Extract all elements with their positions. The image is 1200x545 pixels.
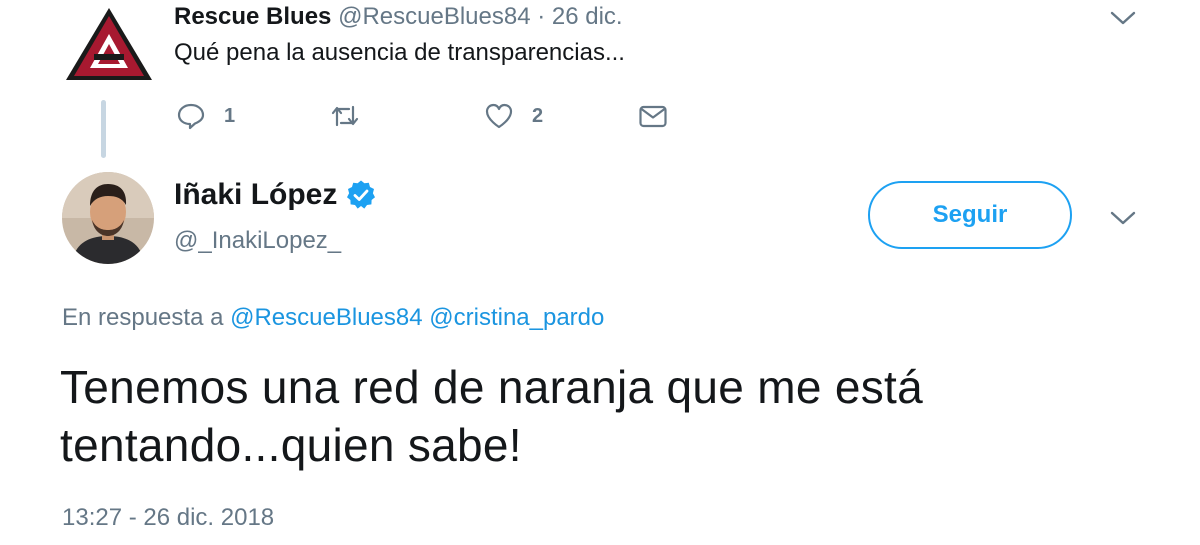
reply-count: 1 (224, 104, 236, 127)
retweet-button[interactable] (330, 96, 378, 136)
parent-tweet-text: Qué pena la ausencia de transparencias..… (174, 39, 625, 66)
avatar[interactable] (62, 172, 154, 264)
parent-tweet-header: Rescue Blues @RescueBlues84 · 26 dic. (174, 2, 623, 32)
follow-button[interactable]: Seguir (868, 181, 1072, 249)
parent-display-name[interactable]: Rescue Blues (174, 3, 331, 30)
tweet-text-line: tentando...quien sabe! (60, 419, 522, 471)
reply-prefix: En respuesta a (62, 304, 231, 331)
user-handle[interactable]: @_InakiLopez_ (174, 226, 341, 256)
tweet-text: Tenemos una red de naranja que me está t… (60, 358, 1140, 474)
parent-tweet-time[interactable]: 26 dic. (552, 3, 623, 30)
heart-icon (485, 103, 513, 129)
header-separator: · (530, 3, 552, 30)
like-count: 2 (532, 104, 544, 127)
mention-link[interactable]: @RescueBlues84 (230, 304, 422, 331)
like-button[interactable]: 2 (484, 96, 543, 136)
envelope-icon (639, 105, 667, 128)
retweet-icon (331, 105, 359, 127)
chevron-down-icon[interactable] (1110, 10, 1136, 26)
reply-context: En respuesta a @RescueBlues84 @cristina_… (62, 302, 604, 334)
profile-photo (62, 172, 154, 264)
parent-tweet-actions: 1 2 (0, 96, 760, 136)
parent-avatar[interactable] (64, 6, 154, 82)
main-tweet-header: Iñaki López (174, 176, 377, 214)
parent-handle[interactable]: @RescueBlues84 (338, 3, 530, 30)
reply-button[interactable]: 1 (176, 96, 235, 136)
verified-badge-icon (347, 180, 376, 209)
tweet-timestamp[interactable]: 13:27 - 26 dic. 2018 (62, 503, 274, 533)
tweet-text-line: Tenemos una red de naranja que me está (60, 361, 923, 413)
direct-message-button[interactable] (638, 96, 668, 136)
diamondbacks-a-logo-icon (66, 8, 152, 80)
reply-icon (177, 103, 205, 130)
display-name[interactable]: Iñaki López (174, 176, 337, 214)
mention-link[interactable]: @cristina_pardo (429, 304, 604, 331)
chevron-down-icon[interactable] (1110, 210, 1136, 226)
